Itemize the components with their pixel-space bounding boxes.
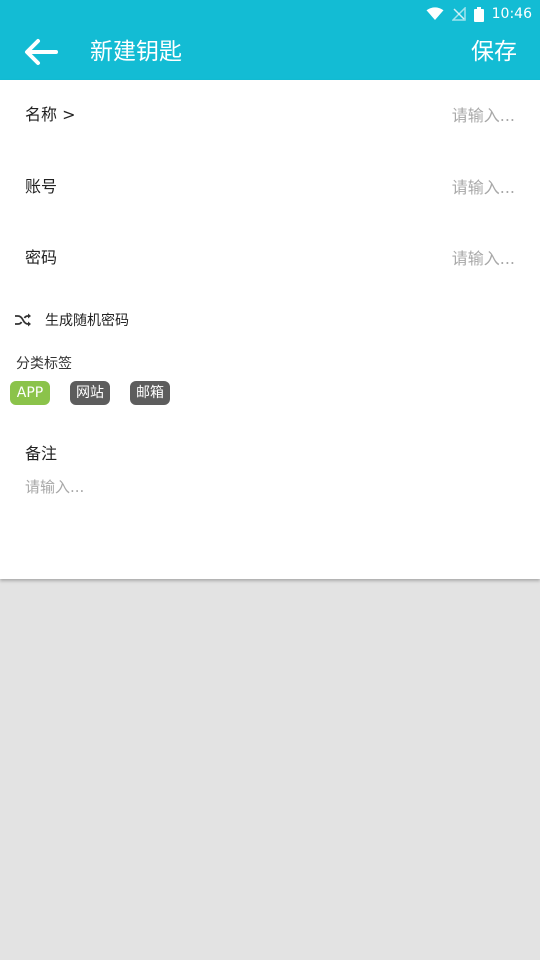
no-signal-icon — [451, 7, 466, 21]
password-input[interactable] — [255, 245, 515, 271]
battery-icon — [473, 6, 484, 22]
name-label[interactable]: 名称 > — [25, 104, 76, 126]
notes-input[interactable] — [25, 476, 515, 536]
app-bar: 10:46 新建钥匙 保存 — [0, 0, 540, 80]
tag-website[interactable]: 网站 — [70, 381, 110, 405]
account-field: 账号 — [0, 168, 540, 208]
shuffle-icon — [15, 313, 31, 327]
generate-password-button[interactable]: 生成随机密码 — [14, 309, 129, 331]
tag-app[interactable]: APP — [10, 381, 50, 405]
status-time: 10:46 — [491, 6, 532, 22]
back-button[interactable] — [22, 36, 62, 68]
account-label: 账号 — [25, 177, 58, 196]
name-input[interactable] — [255, 102, 515, 128]
page-title: 新建钥匙 — [90, 39, 182, 65]
generate-password-label: 生成随机密码 — [45, 313, 129, 329]
form-card: 名称 > 账号 密码 生成随机密码 分类标签 APP 网站 邮箱 备注 — [0, 80, 540, 579]
arrow-left-icon — [25, 39, 58, 65]
wifi-icon — [426, 7, 444, 20]
password-field: 密码 — [0, 239, 540, 279]
tag-list: APP 网站 邮箱 — [10, 381, 170, 405]
password-label: 密码 — [25, 248, 58, 267]
notes-label: 备注 — [25, 444, 58, 463]
tag-email[interactable]: 邮箱 — [130, 381, 170, 405]
save-button[interactable]: 保存 — [471, 37, 517, 67]
tags-title: 分类标签 — [16, 356, 72, 372]
status-bar: 10:46 — [426, 3, 532, 25]
name-field: 名称 > — [0, 96, 540, 136]
account-input[interactable] — [255, 174, 515, 200]
